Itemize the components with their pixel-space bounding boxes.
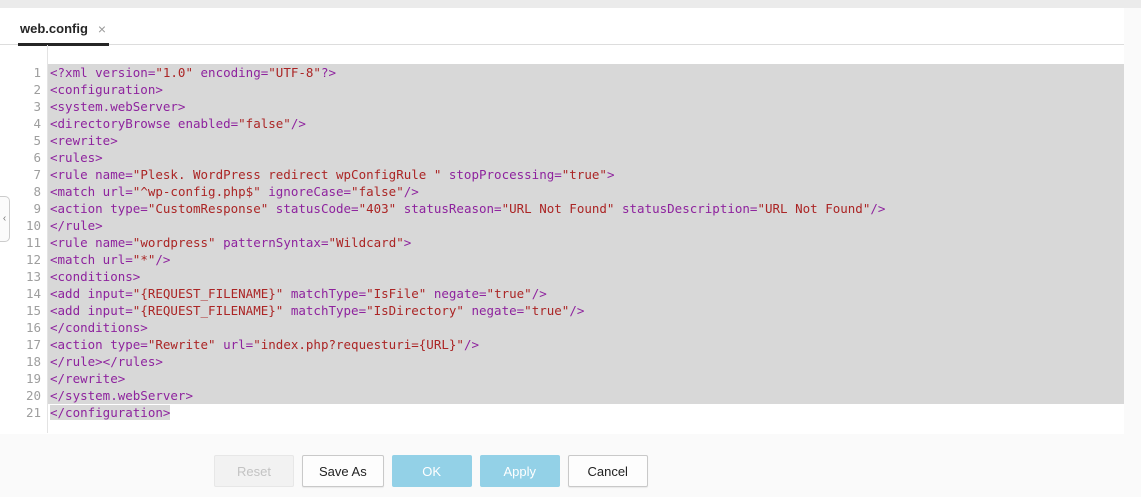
code-line-text: <action type="CustomResponse" statusCode… bbox=[47, 200, 1124, 217]
line-number: 21 bbox=[0, 404, 47, 421]
code-line[interactable]: 13<conditions> bbox=[0, 268, 1124, 285]
line-number: 20 bbox=[0, 387, 47, 404]
code-line[interactable]: 7<rule name="Plesk. WordPress redirect w… bbox=[0, 166, 1124, 183]
footer-button-row: ResetSave AsOKApplyCancel bbox=[214, 455, 648, 487]
code-lines: 1<?xml version="1.0" encoding="UTF-8"?>2… bbox=[0, 64, 1124, 421]
code-line[interactable]: 2<configuration> bbox=[0, 81, 1124, 98]
code-line[interactable]: 20</system.webServer> bbox=[0, 387, 1124, 404]
code-line[interactable]: 19</rewrite> bbox=[0, 370, 1124, 387]
tab-label: web.config bbox=[20, 21, 88, 36]
reset-button: Reset bbox=[214, 455, 294, 487]
code-line[interactable]: 17<action type="Rewrite" url="index.php?… bbox=[0, 336, 1124, 353]
code-line-text: </system.webServer> bbox=[47, 387, 1124, 404]
top-strip bbox=[0, 0, 1141, 8]
tab-bar: web.config × bbox=[0, 8, 1124, 45]
code-line-text: <rewrite> bbox=[47, 132, 1124, 149]
code-line-text: </rewrite> bbox=[47, 370, 1124, 387]
line-number: 13 bbox=[0, 268, 47, 285]
line-number: 5 bbox=[0, 132, 47, 149]
ok-button[interactable]: OK bbox=[392, 455, 472, 487]
code-line-text: <match url="^wp-config.php$" ignoreCase=… bbox=[47, 183, 1124, 200]
code-line-text: <configuration> bbox=[47, 81, 1124, 98]
code-line-text: <match url="*"/> bbox=[47, 251, 1124, 268]
code-line-text: </rule></rules> bbox=[47, 353, 1124, 370]
code-line[interactable]: 12<match url="*"/> bbox=[0, 251, 1124, 268]
code-line-text: </conditions> bbox=[47, 319, 1124, 336]
line-number: 17 bbox=[0, 336, 47, 353]
line-number: 6 bbox=[0, 149, 47, 166]
line-number: 2 bbox=[0, 81, 47, 98]
line-number: 19 bbox=[0, 370, 47, 387]
sidebar-collapse-handle[interactable]: ‹ bbox=[0, 196, 10, 242]
code-line[interactable]: 8<match url="^wp-config.php$" ignoreCase… bbox=[0, 183, 1124, 200]
line-number: 14 bbox=[0, 285, 47, 302]
chevron-left-icon: ‹ bbox=[3, 214, 6, 224]
code-line-text: <rule name="wordpress" patternSyntax="Wi… bbox=[47, 234, 1124, 251]
code-line[interactable]: 16</conditions> bbox=[0, 319, 1124, 336]
cancel-button[interactable]: Cancel bbox=[568, 455, 648, 487]
close-icon[interactable]: × bbox=[97, 22, 107, 36]
code-line[interactable]: 15<add input="{REQUEST_FILENAME}" matchT… bbox=[0, 302, 1124, 319]
code-line[interactable]: 6<rules> bbox=[0, 149, 1124, 166]
code-line[interactable]: 10</rule> bbox=[0, 217, 1124, 234]
code-line-text: <directoryBrowse enabled="false"/> bbox=[47, 115, 1124, 132]
code-line[interactable]: 11<rule name="wordpress" patternSyntax="… bbox=[0, 234, 1124, 251]
code-line[interactable]: 3<system.webServer> bbox=[0, 98, 1124, 115]
line-number: 3 bbox=[0, 98, 47, 115]
line-number: 12 bbox=[0, 251, 47, 268]
code-line-text: </configuration> bbox=[47, 404, 1124, 421]
code-line[interactable]: 5<rewrite> bbox=[0, 132, 1124, 149]
gutter-divider bbox=[47, 45, 48, 433]
tab-web-config[interactable]: web.config × bbox=[18, 10, 109, 46]
code-line[interactable]: 1<?xml version="1.0" encoding="UTF-8"?> bbox=[0, 64, 1124, 81]
line-number: 18 bbox=[0, 353, 47, 370]
line-number: 16 bbox=[0, 319, 47, 336]
code-editor[interactable]: 1<?xml version="1.0" encoding="UTF-8"?>2… bbox=[0, 45, 1124, 433]
code-line[interactable]: 4<directoryBrowse enabled="false"/> bbox=[0, 115, 1124, 132]
apply-button[interactable]: Apply bbox=[480, 455, 560, 487]
code-line-text: <?xml version="1.0" encoding="UTF-8"?> bbox=[47, 64, 1124, 81]
code-line-text: </rule> bbox=[47, 217, 1124, 234]
code-line[interactable]: 9<action type="CustomResponse" statusCod… bbox=[0, 200, 1124, 217]
code-line-text: <conditions> bbox=[47, 268, 1124, 285]
code-line[interactable]: 21</configuration> bbox=[0, 404, 1124, 421]
code-line-text: <rule name="Plesk. WordPress redirect wp… bbox=[47, 166, 1124, 183]
code-line-text: <add input="{REQUEST_FILENAME}" matchTyp… bbox=[47, 285, 1124, 302]
save-as-button[interactable]: Save As bbox=[302, 455, 384, 487]
code-line[interactable]: 18</rule></rules> bbox=[0, 353, 1124, 370]
code-line-text: <system.webServer> bbox=[47, 98, 1124, 115]
code-line-text: <action type="Rewrite" url="index.php?re… bbox=[47, 336, 1124, 353]
editor-panel: web.config × 1<?xml version="1.0" encodi… bbox=[0, 8, 1124, 434]
line-number: 15 bbox=[0, 302, 47, 319]
code-line[interactable]: 14<add input="{REQUEST_FILENAME}" matchT… bbox=[0, 285, 1124, 302]
line-number: 7 bbox=[0, 166, 47, 183]
code-line-text: <rules> bbox=[47, 149, 1124, 166]
code-line-text: <add input="{REQUEST_FILENAME}" matchTyp… bbox=[47, 302, 1124, 319]
line-number: 1 bbox=[0, 64, 47, 81]
line-number: 4 bbox=[0, 115, 47, 132]
